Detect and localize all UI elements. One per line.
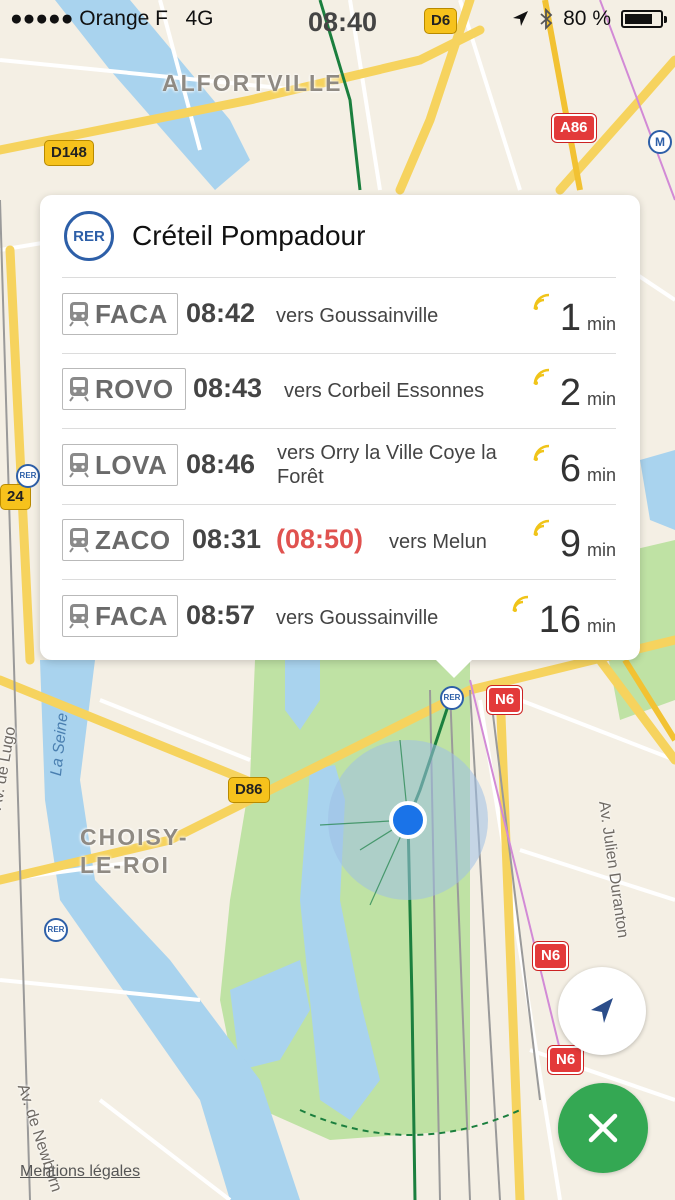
road-shield-d148: D148 — [44, 140, 94, 166]
wait-unit: min — [586, 465, 616, 485]
line-code: ROVO — [95, 373, 174, 404]
line-code: ZACO — [95, 524, 171, 555]
departure-row[interactable]: FACA 08:42 vers Goussainville 1 min — [62, 278, 616, 353]
place-label-alfortville: ALFORTVILLE — [162, 70, 343, 96]
wait-unit: min — [586, 616, 616, 636]
train-icon — [69, 377, 89, 402]
wait-time: 16 min — [511, 590, 616, 640]
line-code: FACA — [95, 600, 168, 631]
departure-time: 08:31 — [192, 524, 262, 554]
battery-icon — [621, 10, 667, 28]
departure-time: 08:46 — [186, 449, 256, 479]
wait-minutes: 1 — [559, 297, 581, 339]
train-icon — [69, 604, 89, 629]
wait-minutes: 9 — [559, 523, 581, 565]
road-shield-a86: A86 — [552, 114, 596, 142]
locate-me-button[interactable] — [558, 967, 646, 1055]
battery-percent: 80 % — [563, 7, 611, 30]
line-badge: ZACO — [62, 519, 184, 561]
realtime-icon — [533, 444, 549, 461]
wait-unit: min — [586, 314, 616, 334]
departure-row[interactable]: LOVA 08:46 vers Orry la Ville Coye la Forê… — [62, 429, 616, 504]
realtime-icon — [533, 519, 549, 536]
departure-time: 08:57 — [186, 600, 256, 630]
rer-station-icon[interactable]: RER — [44, 918, 68, 942]
legal-notices-link[interactable]: Mentions légales — [20, 1163, 140, 1181]
train-icon — [69, 528, 89, 553]
close-icon — [588, 1113, 618, 1143]
departure-row[interactable]: ZACO 08:31 (08:50) vers Melun 9 min — [62, 504, 616, 579]
wait-minutes: 16 — [538, 599, 581, 641]
status-right-group: 80 % — [511, 7, 667, 31]
road-shield-n6: N6 — [548, 1046, 584, 1074]
rer-logo-icon: RER — [64, 211, 114, 261]
realtime-icon — [533, 293, 549, 310]
metro-station-icon[interactable]: M — [648, 130, 672, 154]
train-icon — [69, 302, 89, 327]
delayed-time: (08:50) — [276, 524, 364, 554]
realtime-icon — [533, 368, 549, 385]
realtime-icon — [512, 595, 528, 612]
departure-time: 08:43 — [193, 373, 263, 403]
road-shield-n6: N6 — [487, 686, 523, 714]
rer-station-icon[interactable]: RER — [440, 686, 464, 710]
place-label-choisy: CHOISY- — [80, 824, 189, 850]
current-location-dot — [389, 801, 427, 839]
place-label-le-roi: LE-ROI — [80, 852, 170, 878]
station-name: Créteil Pompadour — [132, 220, 366, 251]
line-badge: ROVO — [62, 368, 186, 410]
bluetooth-icon — [540, 8, 553, 30]
wait-time: 2 min — [532, 363, 616, 413]
departure-row[interactable]: ROVO 08:43 vers Corbeil Essonnes 2 min — [62, 353, 616, 428]
rer-station-icon[interactable]: RER — [16, 464, 40, 488]
status-bar: ●●●●● Orange F 4G 08:40 80 % — [0, 0, 675, 38]
road-shield-d86: D86 — [228, 777, 270, 803]
train-icon — [69, 453, 89, 478]
line-badge: FACA — [62, 595, 178, 637]
line-code: FACA — [95, 298, 168, 329]
line-code: LOVA — [95, 449, 168, 480]
line-badge: LOVA — [62, 444, 178, 486]
close-button[interactable] — [558, 1083, 648, 1173]
departure-row[interactable]: FACA 08:57 vers Goussainville 16 min — [62, 580, 616, 655]
line-badge: FACA — [62, 293, 178, 335]
location-arrow-icon — [513, 11, 529, 26]
station-header: RER Créteil Pompadour — [64, 209, 365, 263]
wait-time: 9 min — [532, 514, 616, 564]
status-time: 08:40 — [308, 7, 378, 37]
wait-minutes: 6 — [559, 448, 581, 490]
road-shield-n6: N6 — [533, 942, 569, 970]
wait-time: 6 min — [532, 439, 616, 489]
callout-pointer — [436, 660, 472, 678]
departures-callout[interactable]: RER Créteil Pompadour FACA 08:42 vers Gous… — [40, 195, 640, 678]
carrier-label: ●●●●● Orange F 4G — [10, 7, 214, 30]
destination: vers Orry la Ville Coye la Forêt — [277, 442, 497, 488]
departure-time: 08:42 — [186, 298, 256, 328]
wait-minutes: 2 — [559, 372, 581, 414]
navigation-arrow-icon — [591, 998, 613, 1023]
wait-time: 1 min — [532, 288, 616, 338]
wait-unit: min — [586, 540, 616, 560]
wait-unit: min — [586, 389, 616, 409]
